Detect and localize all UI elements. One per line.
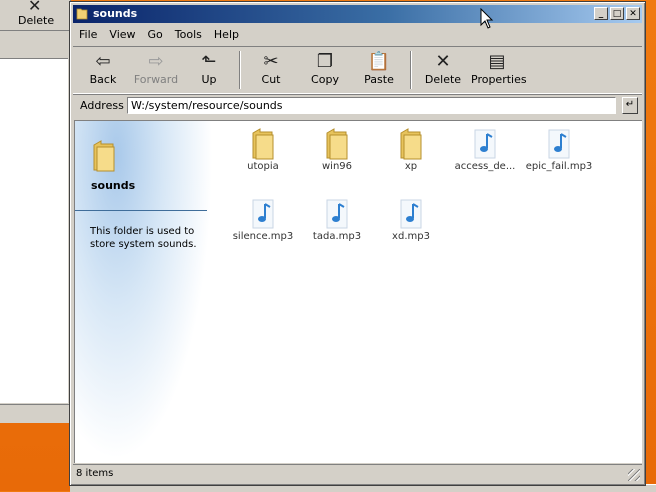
delete-x-icon: ✕ (435, 51, 451, 72)
item-label: access_de... (454, 161, 516, 172)
pane-divider (75, 210, 207, 211)
up-button[interactable]: ⬑ Up (191, 51, 227, 91)
paste-icon: 📋 (367, 51, 391, 72)
audio-file-item[interactable]: xd.mp3 (371, 195, 451, 242)
address-input[interactable]: W:/system/resource/sounds (127, 97, 616, 114)
toolbar: ⇦ Back ⇨ Forward ⬑ Up ✂ Cut ❐ Copy 📋 Pas… (73, 46, 642, 94)
menu-file[interactable]: File (73, 26, 103, 44)
audio-file-item[interactable]: silence.mp3 (223, 195, 303, 242)
forward-arrow-icon: ⇨ (148, 51, 164, 72)
folder-icon (252, 128, 274, 160)
info-pane: sounds This folder is used to store syst… (75, 121, 213, 461)
background-statusbar (0, 404, 70, 423)
item-label: win96 (321, 161, 353, 172)
maximize-button[interactable]: □ (610, 7, 624, 20)
go-arrow-icon: ↵ (625, 99, 635, 110)
audio-file-item[interactable]: tada.mp3 (297, 195, 377, 242)
menu-bar: File View Go Tools Help (73, 26, 642, 44)
forward-button[interactable]: ⇨ Forward (131, 51, 181, 91)
window-title: sounds (93, 7, 138, 20)
music-note-icon (400, 199, 422, 229)
copy-button[interactable]: ❐ Copy (307, 51, 343, 91)
folder-item[interactable]: win96 (297, 125, 377, 172)
menu-help[interactable]: Help (208, 26, 245, 44)
back-button[interactable]: ⇦ Back (83, 51, 123, 91)
status-bar: 8 items (73, 464, 642, 483)
folder-icon (400, 128, 422, 160)
file-view: sounds This folder is used to store syst… (74, 120, 642, 463)
properties-button[interactable]: ▤ Properties (471, 51, 527, 91)
toolbar-separator (410, 51, 412, 89)
background-delete-button[interactable]: Delete (18, 14, 54, 27)
music-note-icon (474, 129, 496, 159)
delete-button[interactable]: ✕ Delete (423, 51, 463, 91)
item-label: epic_fail.mp3 (525, 161, 593, 172)
menu-view[interactable]: View (103, 26, 141, 44)
address-label: Address (80, 99, 124, 112)
item-label: utopia (247, 161, 279, 172)
item-label: silence.mp3 (232, 231, 294, 242)
copy-icon: ❐ (316, 51, 334, 72)
background-toolbar: ✕ Delete (0, 0, 70, 31)
item-count: 8 items (76, 468, 114, 479)
back-arrow-icon: ⇦ (95, 51, 111, 72)
paste-button[interactable]: 📋 Paste (361, 51, 397, 91)
resize-grip[interactable] (628, 469, 640, 481)
minimize-button[interactable]: _ (594, 7, 608, 20)
background-delete-icon[interactable]: ✕ (28, 0, 41, 15)
pane-title: sounds (91, 179, 136, 192)
background-window: ✕ Delete (0, 0, 71, 423)
explorer-window: sounds _ □ ✕ File View Go Tools Help ⇦ B… (69, 1, 646, 486)
audio-file-item[interactable]: access_de... (445, 125, 525, 172)
scissors-icon: ✂ (263, 51, 279, 72)
address-bar: Address W:/system/resource/sounds ↵ (73, 94, 642, 117)
menu-go[interactable]: Go (142, 26, 169, 44)
folder-item[interactable]: utopia (223, 125, 303, 172)
background-content (0, 58, 68, 403)
music-note-icon (326, 199, 348, 229)
folder-item[interactable]: xp (371, 125, 451, 172)
folder-icon (93, 140, 115, 172)
folder-icon (326, 128, 348, 160)
go-button[interactable]: ↵ (622, 97, 638, 114)
title-bar[interactable]: sounds _ □ ✕ (73, 5, 642, 23)
audio-file-item[interactable]: epic_fail.mp3 (519, 125, 599, 172)
up-folder-icon: ⬑ (201, 51, 217, 72)
properties-icon: ▤ (488, 51, 506, 72)
music-note-icon (252, 199, 274, 229)
pane-description: This folder is used to store system soun… (90, 226, 197, 250)
item-label: xp (404, 161, 418, 172)
mouse-cursor-icon (480, 8, 494, 29)
folder-icon (76, 8, 88, 20)
item-label: tada.mp3 (312, 231, 362, 242)
toolbar-separator (239, 51, 241, 89)
close-button[interactable]: ✕ (626, 7, 640, 20)
item-label: xd.mp3 (392, 231, 430, 242)
cut-button[interactable]: ✂ Cut (253, 51, 289, 91)
music-note-icon (548, 129, 570, 159)
menu-tools[interactable]: Tools (169, 26, 208, 44)
